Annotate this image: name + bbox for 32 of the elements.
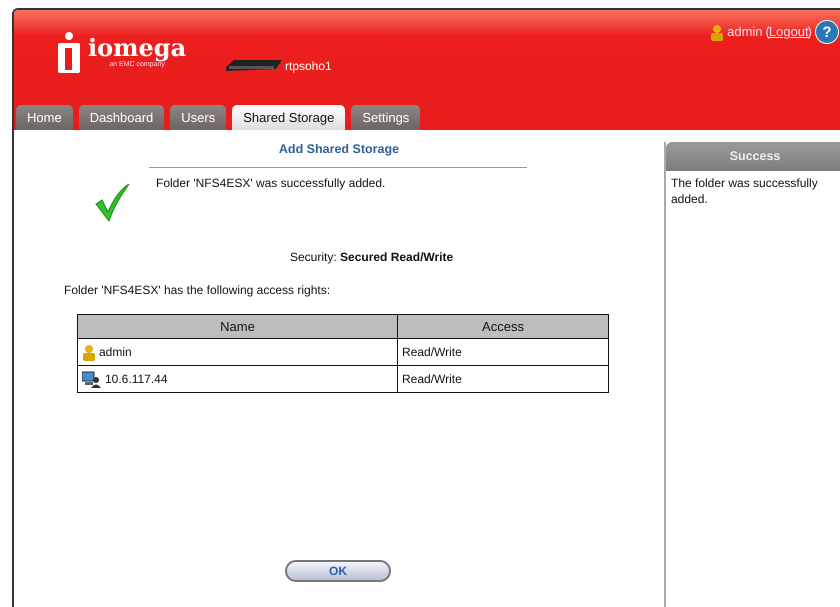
- access-rights-text: Folder 'NFS4ESX' has the following access rights:: [64, 282, 332, 299]
- panel-title: Success: [666, 142, 840, 171]
- success-message: Folder 'NFS4ESX' was successfully added.: [156, 174, 386, 192]
- device-name: rtpsoho1: [285, 58, 332, 75]
- nav-tab[interactable]: Settings: [351, 104, 420, 130]
- logo-icon: [56, 32, 82, 74]
- user-name: admin: [727, 23, 763, 42]
- user-icon: [710, 24, 724, 40]
- access-cell: Read/Write: [398, 366, 608, 393]
- security-value: Secured Read/Write: [340, 250, 454, 264]
- logout-link[interactable]: Logout: [768, 22, 809, 42]
- name-cell-text: 10.6.117.44: [105, 371, 168, 388]
- nav-tab[interactable]: Home: [16, 104, 73, 130]
- host-user-icon: [82, 370, 102, 388]
- server-icon: [226, 58, 282, 74]
- nav-tab[interactable]: Dashboard: [78, 104, 164, 130]
- nav-tab[interactable]: Shared Storage: [232, 104, 346, 130]
- user-icon: [82, 344, 96, 361]
- column-header: Name: [78, 314, 398, 339]
- security-label: Security:: [290, 250, 337, 264]
- logo-text: iomega: [88, 36, 186, 60]
- panel-text: The folder was successfully added.: [670, 174, 819, 208]
- column-header: Access: [398, 314, 608, 339]
- ok-button[interactable]: OK: [285, 560, 391, 582]
- access-cell: Read/Write: [398, 338, 608, 366]
- name-cell-text: admin: [99, 344, 132, 362]
- help-button[interactable]: ?: [815, 20, 839, 44]
- checkmark-icon: [94, 182, 130, 222]
- parenthesis: (: [766, 23, 770, 42]
- nav-tab[interactable]: Users: [170, 104, 226, 130]
- page-title: Add Shared Storage: [278, 141, 400, 158]
- parenthesis: ): [808, 23, 812, 42]
